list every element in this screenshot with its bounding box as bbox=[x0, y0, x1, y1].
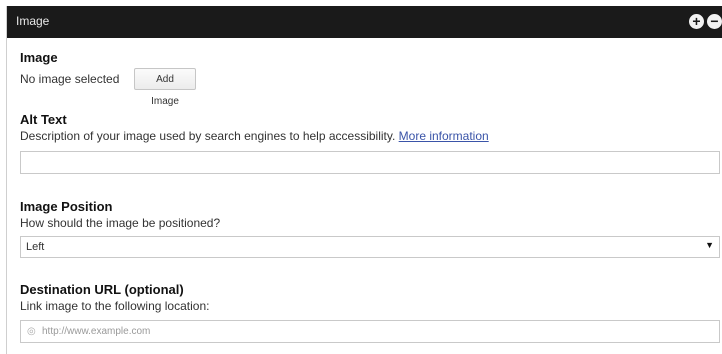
image-status: No image selected bbox=[20, 72, 120, 86]
destination-url-description: Link image to the following location: bbox=[20, 299, 210, 313]
globe-icon: ◎ bbox=[27, 326, 36, 337]
alt-text-description-text: Description of your image used by search… bbox=[20, 129, 396, 143]
destination-url-placeholder: http://www.example.com bbox=[42, 326, 151, 337]
alt-text-input[interactable] bbox=[20, 151, 720, 174]
image-position-value: Left bbox=[26, 241, 45, 253]
alt-text-label: Alt Text bbox=[20, 112, 67, 127]
image-position-select[interactable]: Left ▼ bbox=[20, 236, 720, 258]
alt-text-description: Description of your image used by search… bbox=[20, 129, 489, 143]
destination-url-input[interactable]: ◎ http://www.example.com bbox=[20, 320, 720, 343]
more-information-link[interactable]: More information bbox=[399, 129, 489, 143]
add-image-button[interactable]: Add Image bbox=[134, 68, 196, 107]
plus-circle-icon[interactable]: + bbox=[689, 14, 704, 29]
minus-circle-icon[interactable]: − bbox=[707, 14, 722, 29]
image-position-label: Image Position bbox=[20, 199, 113, 214]
image-position-description: How should the image be positioned? bbox=[20, 216, 221, 230]
panel-titlebar: Image + − bbox=[7, 6, 722, 38]
destination-url-label: Destination URL (optional) bbox=[20, 282, 184, 297]
chevron-down-icon: ▼ bbox=[705, 240, 714, 250]
image-panel: Image + − Image No image selected Add Im… bbox=[6, 6, 722, 354]
image-label: Image bbox=[20, 50, 58, 65]
panel-title: Image bbox=[16, 14, 50, 28]
